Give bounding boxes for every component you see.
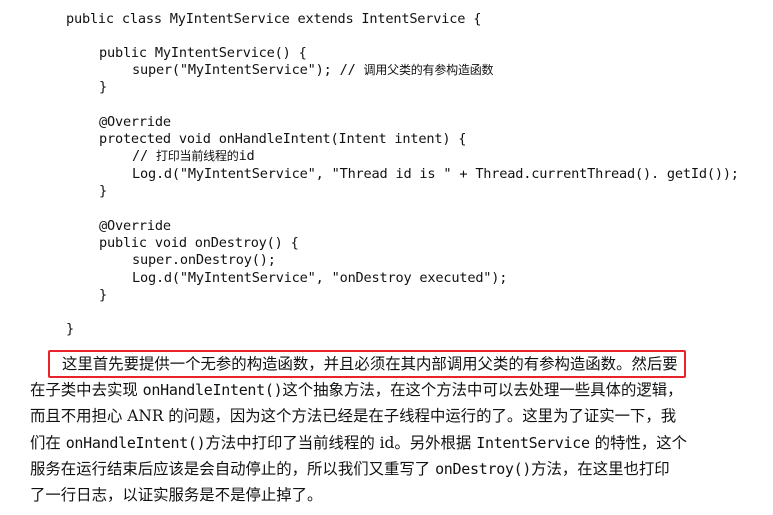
code-line: Log.d("MyIntentService", "onDestroy exec… <box>132 270 508 286</box>
paragraph-text: 方法中打印了当前线程的 id。另外根据 <box>205 434 472 452</box>
code-line: } <box>99 79 107 95</box>
code-listing: public class MyIntentService extends Int… <box>0 0 773 337</box>
paragraph-line: 在子类中去实现 onHandleIntent()这个抽象方法，在这个方法中可以去… <box>30 377 683 403</box>
highlighted-sentence: 这里首先要提供一个无参的构造函数，并且必须在其内部调用父类的有参构造函数 <box>62 355 617 373</box>
paragraph-line: 了一行日志，以证实服务是不是停止掉了。 <box>30 486 323 504</box>
paragraph-text: 。然后要 <box>616 355 678 373</box>
code-statement: super("MyIntentService"); // <box>132 62 356 78</box>
code-line: } <box>99 183 107 199</box>
paragraph-text: 这个抽象方法，在这个方法中可以去处理一些具体的逻辑， <box>282 381 683 399</box>
paragraph-text: 们在 <box>30 434 61 452</box>
code-line: public class MyIntentService extends Int… <box>66 11 482 27</box>
code-line: super("MyIntentService"); // 调用父类的有参构造函数 <box>132 62 494 79</box>
code-comment-marker: // <box>132 148 148 164</box>
inline-code: onHandleIntent() <box>65 434 206 452</box>
paragraph-line: 服务在运行结束后应该是会自动停止的，所以我们又重写了 onDestroy()方法… <box>30 456 670 482</box>
paragraph-text: 方法，在这里也打印 <box>531 460 670 478</box>
code-line: public MyIntentService() { <box>99 45 307 61</box>
code-line: public void onDestroy() { <box>99 235 299 251</box>
paragraph-line: 这里首先要提供一个无参的构造函数，并且必须在其内部调用父类的有参构造函数。然后要 <box>62 351 678 377</box>
code-line: protected void onHandleIntent(Intent int… <box>99 131 467 147</box>
paragraph-text: 的特性，这个 <box>594 434 688 452</box>
code-line: } <box>99 287 107 303</box>
inline-code: onDestroy() <box>435 460 532 478</box>
paragraph-line: 而且不用担心 ANR 的问题，因为这个方法已经是在子线程中运行的了。这里为了证实… <box>30 407 677 425</box>
inline-code: IntentService <box>476 434 590 452</box>
paragraph-text: 服务在运行结束后应该是会自动停止的，所以我们又重写了 <box>30 460 431 478</box>
paragraph-text: 在子类中去实现 <box>30 381 138 399</box>
code-line: @Override <box>99 218 171 234</box>
inline-code: onHandleIntent() <box>142 381 283 399</box>
code-line: } <box>66 321 74 337</box>
code-line: @Override <box>99 114 171 130</box>
code-line: Log.d("MyIntentService", "Thread id is "… <box>132 166 739 182</box>
code-line: // 打印当前线程的id <box>132 148 255 165</box>
code-comment-id: id <box>238 148 255 164</box>
code-comment: 打印当前线程的 <box>155 149 239 163</box>
code-comment: 调用父类的有参构造函数 <box>363 63 494 77</box>
code-line: super.onDestroy(); <box>132 252 276 268</box>
paragraph-line: 们在 onHandleIntent()方法中打印了当前线程的 id。另外根据 I… <box>30 430 687 456</box>
